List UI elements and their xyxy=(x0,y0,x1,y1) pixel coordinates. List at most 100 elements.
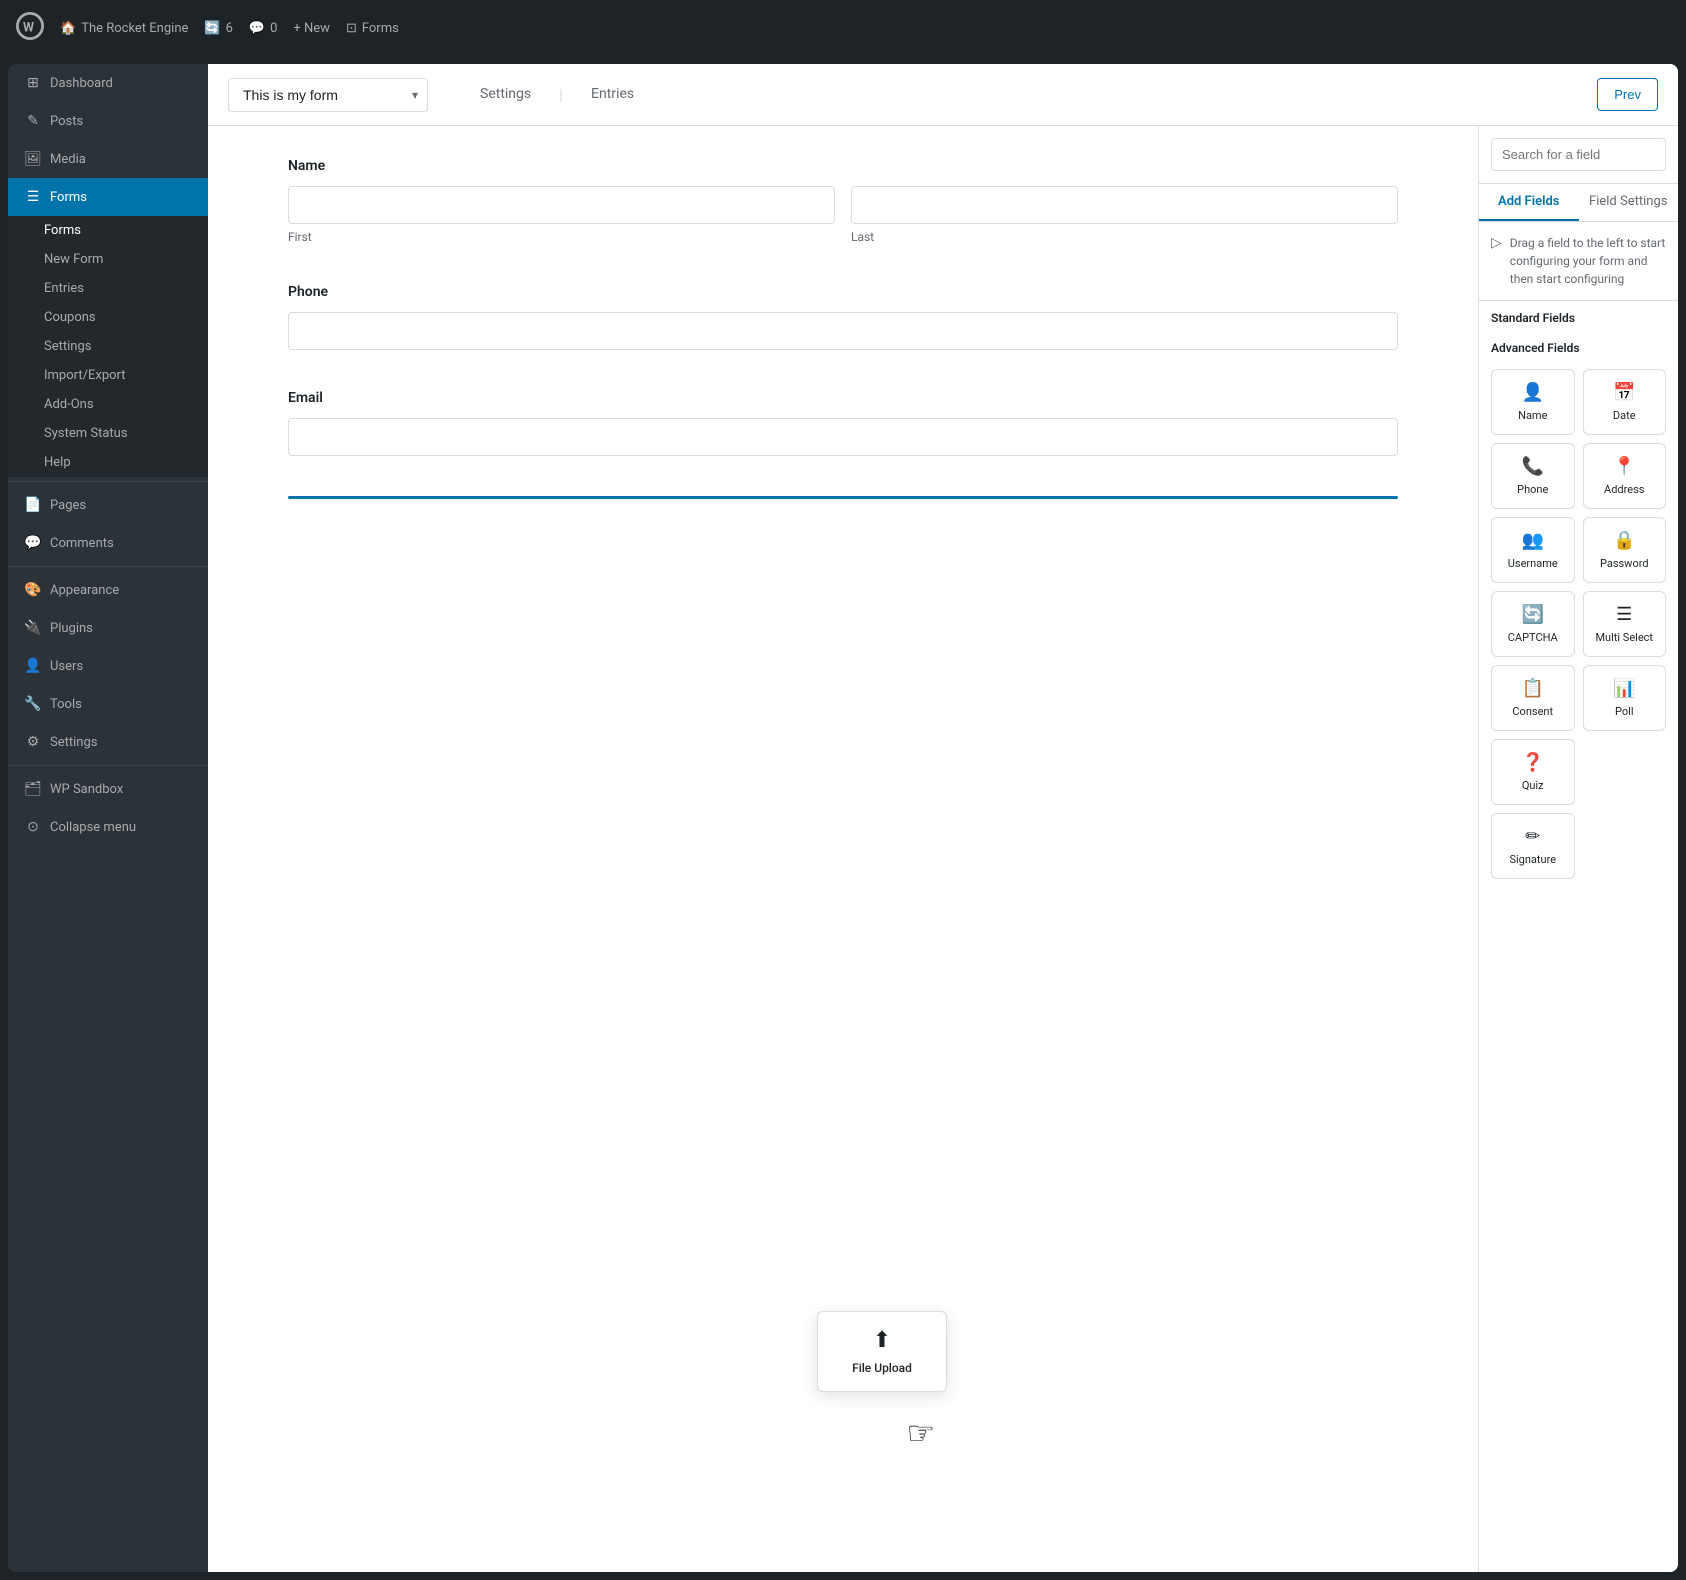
last-name-input[interactable] xyxy=(851,186,1398,224)
password-field-icon: 🔒 xyxy=(1613,530,1635,551)
main-layout: ⊞ Dashboard ✎ Posts 🖼 Media ☰ Forms Form… xyxy=(8,64,1678,1572)
sidebar-item-dashboard[interactable]: ⊞ Dashboard xyxy=(8,64,208,102)
username-field-card-label: Username xyxy=(1508,557,1558,570)
svg-text:W: W xyxy=(23,21,34,36)
phone-field-label: Phone xyxy=(288,284,1398,300)
wp-logo-icon[interactable]: W xyxy=(16,12,44,44)
submenu-add-ons[interactable]: Add-Ons xyxy=(8,390,208,419)
last-name-col: Last xyxy=(851,186,1398,244)
right-panel: Add Fields Field Settings ▷ Drag a field… xyxy=(1478,126,1678,1572)
tab-add-fields[interactable]: Add Fields xyxy=(1479,184,1579,221)
sidebar-item-users[interactable]: 👤 Users xyxy=(8,647,208,685)
phone-input[interactable] xyxy=(288,312,1398,350)
dashboard-icon: ⊞ xyxy=(24,74,42,92)
new-content-button[interactable]: + New xyxy=(293,21,330,36)
consent-field-icon: 📋 xyxy=(1522,678,1544,699)
field-cards-grid: 👤 Name 📅 Date 📞 Phone 📍 Address xyxy=(1479,361,1678,887)
field-card-phone[interactable]: 📞 Phone xyxy=(1491,443,1575,509)
sidebar-item-media[interactable]: 🖼 Media xyxy=(8,140,208,178)
tools-icon: 🔧 xyxy=(24,695,42,713)
form-title-wrapper: This is my form ▾ xyxy=(228,78,428,112)
form-canvas: Name First Last Phone xyxy=(208,126,1478,1572)
submenu-coupons[interactable]: Coupons xyxy=(8,303,208,332)
sidebar-divider-1 xyxy=(8,481,208,482)
first-name-sublabel: First xyxy=(288,230,835,244)
site-name[interactable]: 🏠 The Rocket Engine xyxy=(60,21,188,36)
field-card-multi-select[interactable]: ☰ Multi Select xyxy=(1583,591,1667,657)
password-field-card-label: Password xyxy=(1600,557,1649,570)
submenu-system-status[interactable]: System Status xyxy=(8,419,208,448)
sidebar-item-appearance[interactable]: 🎨 Appearance xyxy=(8,571,208,609)
address-field-card-label: Address xyxy=(1604,483,1644,496)
content-area: This is my form ▾ Settings | Entries Pre… xyxy=(208,64,1678,1572)
wp-sandbox-icon: 🗂 xyxy=(24,780,42,798)
field-card-consent[interactable]: 📋 Consent xyxy=(1491,665,1575,731)
submenu-help[interactable]: Help xyxy=(8,448,208,477)
submenu-new-form[interactable]: New Form xyxy=(8,245,208,274)
sidebar-item-forms[interactable]: ☰ Forms xyxy=(8,178,208,216)
forms-adminbar-icon: ⊡ xyxy=(346,21,357,36)
sidebar-item-settings[interactable]: ⚙ Settings xyxy=(8,723,208,761)
updates-link[interactable]: 🔄 6 xyxy=(204,21,233,36)
tab-field-settings[interactable]: Field Settings xyxy=(1579,184,1679,221)
captcha-field-card-label: CAPTCHA xyxy=(1508,631,1558,644)
collapse-menu-button[interactable]: ⊙ Collapse menu xyxy=(8,808,208,846)
tab-entries[interactable]: Entries xyxy=(587,78,638,112)
sidebar-item-wp-sandbox[interactable]: 🗂 WP Sandbox xyxy=(8,770,208,808)
submenu-import-export[interactable]: Import/Export xyxy=(8,361,208,390)
date-field-icon: 📅 xyxy=(1613,382,1635,403)
field-card-date[interactable]: 📅 Date xyxy=(1583,369,1667,435)
multi-select-field-card-label: Multi Select xyxy=(1595,631,1653,644)
address-field-icon: 📍 xyxy=(1613,456,1635,477)
submenu-forms[interactable]: Forms xyxy=(8,216,208,245)
phone-field-card-label: Phone xyxy=(1517,483,1548,496)
comments-link[interactable]: 💬 0 xyxy=(249,21,278,36)
forms-icon: ☰ xyxy=(24,188,42,206)
sidebar-item-plugins[interactable]: 🔌 Plugins xyxy=(8,609,208,647)
drag-info: ▷ Drag a field to the left to start conf… xyxy=(1479,222,1678,301)
poll-field-card-label: Poll xyxy=(1615,705,1634,718)
media-icon: 🖼 xyxy=(24,150,42,168)
submenu-entries[interactable]: Entries xyxy=(8,274,208,303)
poll-field-icon: 📊 xyxy=(1613,678,1635,699)
field-card-address[interactable]: 📍 Address xyxy=(1583,443,1667,509)
sidebar-item-tools[interactable]: 🔧 Tools xyxy=(8,685,208,723)
right-panel-tabs: Add Fields Field Settings xyxy=(1479,184,1678,222)
field-card-quiz[interactable]: ❓ Quiz xyxy=(1491,739,1575,805)
email-input[interactable] xyxy=(288,418,1398,456)
field-card-captcha[interactable]: 🔄 CAPTCHA xyxy=(1491,591,1575,657)
form-header: This is my form ▾ Settings | Entries Pre… xyxy=(208,64,1678,126)
drag-cursor-icon: ☞ xyxy=(907,1414,936,1452)
tab-settings[interactable]: Settings xyxy=(476,78,535,112)
drag-tooltip: ⬆ File Upload xyxy=(817,1311,947,1392)
updates-icon: 🔄 xyxy=(204,21,220,36)
field-card-password[interactable]: 🔒 Password xyxy=(1583,517,1667,583)
username-field-icon: 👥 xyxy=(1522,530,1544,551)
form-body: Name First Last Phone xyxy=(208,126,1678,1572)
submenu-settings[interactable]: Settings xyxy=(8,332,208,361)
drop-zone-line xyxy=(288,496,1398,499)
sidebar-item-comments[interactable]: 💬 Comments xyxy=(8,524,208,562)
appearance-icon: 🎨 xyxy=(24,581,42,599)
first-name-col: First xyxy=(288,186,835,244)
field-search-input[interactable] xyxy=(1491,138,1666,171)
admin-bar: W 🏠 The Rocket Engine 🔄 6 💬 0 + New ⊡ Fo… xyxy=(0,0,1686,56)
first-name-input[interactable] xyxy=(288,186,835,224)
sidebar-item-pages[interactable]: 📄 Pages xyxy=(8,486,208,524)
file-upload-label: File Upload xyxy=(852,1361,912,1375)
email-field-label: Email xyxy=(288,390,1398,406)
preview-button[interactable]: Prev xyxy=(1597,78,1658,111)
phone-field-group: Phone xyxy=(288,284,1398,350)
pages-icon: 📄 xyxy=(24,496,42,514)
field-card-signature[interactable]: ✏ Signature xyxy=(1491,813,1575,879)
form-title-select[interactable]: This is my form xyxy=(228,78,428,112)
last-name-sublabel: Last xyxy=(851,230,1398,244)
field-card-poll[interactable]: 📊 Poll xyxy=(1583,665,1667,731)
sidebar-item-posts[interactable]: ✎ Posts xyxy=(8,102,208,140)
field-card-name[interactable]: 👤 Name xyxy=(1491,369,1575,435)
field-card-username[interactable]: 👥 Username xyxy=(1491,517,1575,583)
forms-adminbar-link[interactable]: ⊡ Forms xyxy=(346,21,399,36)
advanced-fields-title: Advanced Fields xyxy=(1479,331,1678,361)
captcha-field-icon: 🔄 xyxy=(1522,604,1544,625)
name-field-icon: 👤 xyxy=(1522,382,1544,403)
